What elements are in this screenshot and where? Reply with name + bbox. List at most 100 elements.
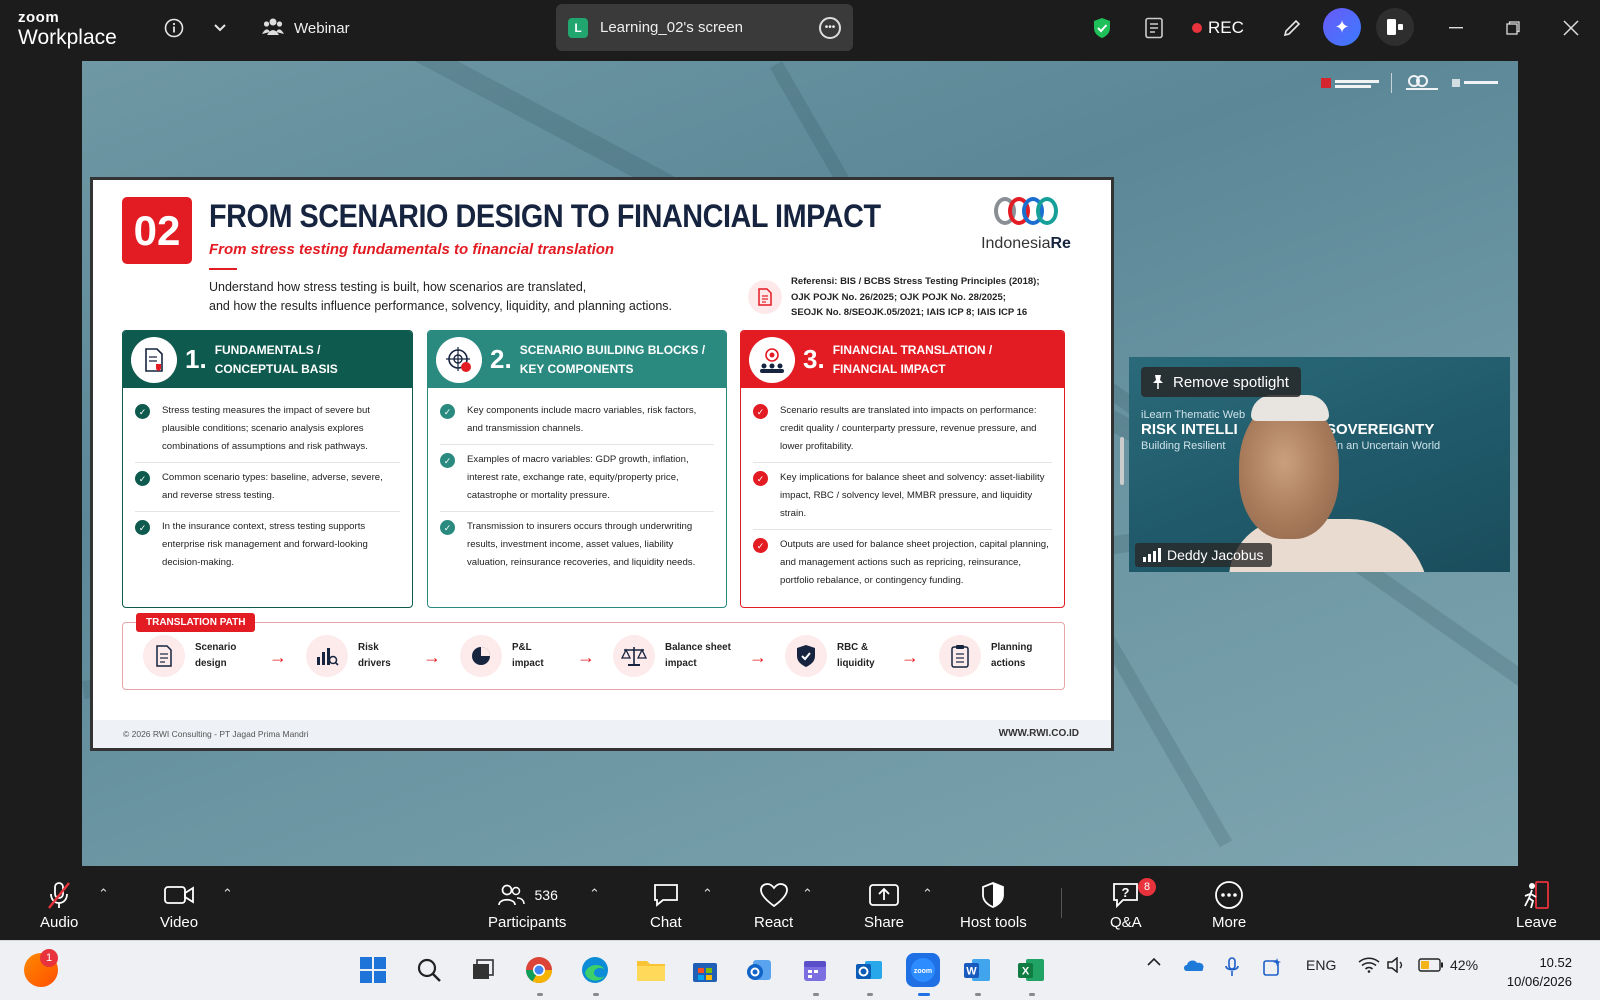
qa-button[interactable]: ? Q&A <box>1110 880 1142 931</box>
share-label: Share <box>864 914 905 931</box>
store-icon[interactable] <box>688 953 722 987</box>
speaker-video-tile[interactable]: iLearn Thematic Web RISK INTELLI Buildin… <box>1129 357 1510 572</box>
info-icon[interactable] <box>160 14 188 42</box>
video-button[interactable]: Video <box>160 880 198 931</box>
copilot-icon[interactable] <box>1262 957 1282 977</box>
path-step: RBC & liquidity <box>785 635 875 677</box>
battery-percent: 42% <box>1450 957 1479 973</box>
target-icon <box>436 336 482 383</box>
leave-button[interactable]: Leave <box>1516 880 1557 931</box>
slide-subtitle: From stress testing fundamentals to fina… <box>209 241 615 258</box>
step-label: impact <box>665 658 697 669</box>
language-indicator[interactable]: ENG <box>1306 957 1336 973</box>
chat-label: Chat <box>650 914 682 931</box>
record-dot-icon <box>1192 23 1202 33</box>
file-explorer-icon[interactable] <box>634 953 668 987</box>
leave-icon <box>1521 880 1551 910</box>
camera-icon <box>163 880 195 910</box>
ai-companion-icon[interactable]: ✦ <box>1323 8 1361 46</box>
more-button[interactable]: More <box>1212 880 1246 931</box>
audio-options-caret[interactable]: ⌃ <box>98 886 109 902</box>
microphone-muted-icon <box>45 880 73 910</box>
slide-footer: © 2026 RWI Consulting - PT Jagad Prima M… <box>93 720 1111 748</box>
resize-handle[interactable] <box>1120 437 1124 485</box>
microphone-icon[interactable] <box>1224 957 1240 977</box>
check-icon: ✓ <box>135 520 150 535</box>
minimize-icon[interactable] <box>1441 14 1471 42</box>
search-icon[interactable] <box>412 953 446 987</box>
chevron-down-icon[interactable] <box>206 14 234 42</box>
edit-icon[interactable] <box>1278 14 1306 42</box>
volume-icon[interactable] <box>1386 957 1406 973</box>
show-hidden-icons[interactable] <box>1146 957 1162 967</box>
recording-indicator[interactable]: REC <box>1192 14 1244 42</box>
reference-line: SEOJK No. 8/SEOJK.05/2021; IAIS ICP 8; I… <box>791 307 1028 318</box>
shield-icon[interactable] <box>1088 14 1116 42</box>
webinar-indicator[interactable]: Webinar <box>262 14 350 42</box>
slide-number: 02 <box>122 197 192 264</box>
logo-text-b: Re <box>1050 235 1071 252</box>
path-step: Planning actions <box>939 635 1032 677</box>
bg-text: Building Resilient <box>1141 440 1226 452</box>
arrow-right-icon: → <box>577 647 595 667</box>
running-indicator <box>1029 993 1035 996</box>
task-view-icon[interactable] <box>466 953 500 987</box>
video-options-caret[interactable]: ⌃ <box>222 886 233 902</box>
host-tools-button[interactable]: Host tools <box>960 880 1027 931</box>
step-label: actions <box>991 658 1026 669</box>
running-indicator <box>593 993 599 996</box>
start-icon[interactable] <box>356 953 390 987</box>
onedrive-icon[interactable] <box>1182 957 1206 973</box>
check-icon: ✓ <box>753 538 768 553</box>
word-icon[interactable]: W <box>960 953 994 987</box>
step-label: RBC & <box>837 642 869 653</box>
close-icon[interactable] <box>1556 14 1586 42</box>
notes-icon[interactable] <box>1140 14 1168 42</box>
react-options-caret[interactable]: ⌃ <box>802 886 813 902</box>
references: Referensi: BIS / BCBS Stress Testing Pri… <box>791 274 1091 321</box>
column-title: FINANCIAL IMPACT <box>832 361 946 376</box>
step-label: Balance sheet <box>665 642 731 653</box>
battery-indicator[interactable]: 42% <box>1418 957 1478 973</box>
presentation-slide: 02 FROM SCENARIO DESIGN TO FINANCIAL IMP… <box>90 177 1114 751</box>
chat-icon <box>652 880 680 910</box>
share-options-caret[interactable]: ⌃ <box>922 886 933 902</box>
excel-icon[interactable]: X <box>1014 953 1048 987</box>
audio-button[interactable]: Audio <box>40 880 78 931</box>
remove-spotlight-button[interactable]: Remove spotlight <box>1141 367 1301 397</box>
outlook-new-icon[interactable] <box>742 953 776 987</box>
column-number: 1. <box>185 344 207 374</box>
arrow-right-icon: → <box>269 647 287 667</box>
teams-calendar-icon[interactable] <box>798 953 832 987</box>
path-step: P&L impact <box>460 635 544 677</box>
edge-icon[interactable] <box>578 953 612 987</box>
share-button[interactable]: Share <box>864 880 904 931</box>
chat-options-caret[interactable]: ⌃ <box>702 886 713 902</box>
more-options-icon[interactable]: ••• <box>819 16 841 39</box>
step-label: Risk <box>358 642 379 653</box>
running-indicator <box>813 993 819 996</box>
bar-chart-search-icon <box>306 635 348 677</box>
outlook-icon[interactable] <box>852 953 886 987</box>
react-button[interactable]: React <box>754 880 793 931</box>
zoom-logo: zoom Workplace <box>18 10 117 48</box>
logo-text-a: Indonesia <box>981 235 1051 252</box>
speaker-name-tag: Deddy Jacobus <box>1135 543 1272 567</box>
apps-icon[interactable] <box>1376 8 1414 46</box>
react-label: React <box>754 914 794 931</box>
system-clock[interactable]: 10.52 10/06/2026 <box>1507 953 1572 991</box>
chat-button[interactable]: Chat <box>650 880 682 931</box>
chrome-icon[interactable] <box>522 953 556 987</box>
zoom-taskbar-icon[interactable]: zoom <box>906 953 940 987</box>
participants-options-caret[interactable]: ⌃ <box>589 886 600 902</box>
list-item: ✓ Stress testing measures the impact of s… <box>135 396 400 463</box>
arrow-right-icon: → <box>901 647 919 667</box>
participants-button[interactable]: 536 Participants <box>488 880 566 931</box>
notification-badge: 1 <box>40 949 58 967</box>
restore-icon[interactable] <box>1498 14 1528 42</box>
column-building-blocks: 2. SCENARIO BUILDING BLOCKS / KEY COMPON… <box>427 330 727 608</box>
shared-screen-pill[interactable]: L Learning_02's screen ••• <box>556 4 853 51</box>
slide-intro: Understand how stress testing is built, … <box>209 278 672 316</box>
wifi-icon[interactable] <box>1358 957 1380 973</box>
document-icon <box>143 635 185 677</box>
